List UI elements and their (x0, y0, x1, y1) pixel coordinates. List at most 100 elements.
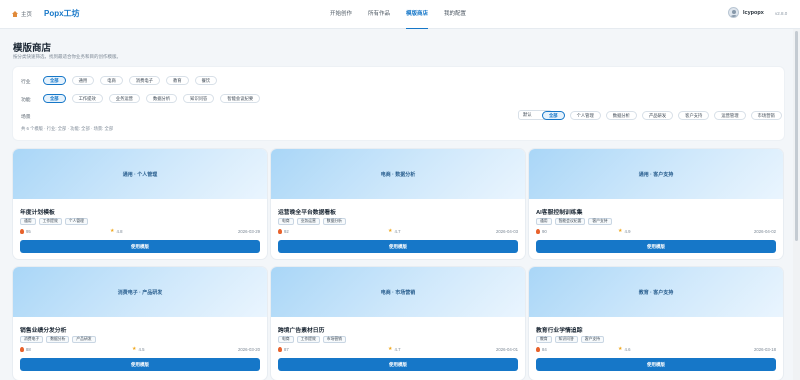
uses-count: 84 (542, 347, 547, 352)
card-tag: 电商 (278, 336, 294, 343)
flame-icon (536, 347, 540, 352)
industry-chip-ecommerce[interactable]: 电商 (100, 76, 123, 85)
card-banner: 电商 · 数据分析 (271, 149, 525, 199)
card-banner: 消费电子 · 产品研发 (13, 267, 267, 317)
industry-chip-catering[interactable]: 餐饮 (194, 76, 218, 85)
card-stats: 90 ★ 4.9 2026-04-02 (536, 229, 776, 235)
brand-logo[interactable]: Popx工坊 (44, 8, 80, 19)
version-label: v2.8.0 (775, 11, 788, 16)
user-menu[interactable]: lcypopx (728, 7, 764, 18)
scene-filter-label: 场景 (21, 115, 31, 120)
industry-chip-general[interactable]: 通用 (71, 76, 95, 85)
card-tags: 通用 智能会议纪要 客户支持 (536, 218, 612, 225)
card-date: 2026-03-20 (238, 347, 260, 352)
card-title: 销售业绩分发分析 (20, 328, 67, 334)
avatar (728, 7, 739, 18)
card-tag: 市场营销 (322, 336, 346, 343)
rating-stat: ★ 4.8 (110, 229, 123, 235)
use-template-button[interactable]: 使用模版 (278, 240, 518, 253)
card-tag: 智能会议纪要 (554, 218, 586, 225)
top-bar: 主页 Popx工坊 开始创作 所有作品 模版商店 我的配置 lcypopx v2… (0, 0, 800, 29)
card-title: 运营晚全平台数据看板 (278, 210, 336, 216)
industry-chip-education[interactable]: 教育 (165, 76, 189, 85)
nav-start-create[interactable]: 开始创作 (330, 0, 352, 29)
rating-value: 4.6 (624, 347, 631, 352)
flame-icon (20, 347, 24, 352)
function-chip-efficiency[interactable]: 工作提效 (71, 94, 103, 103)
nav-all-works[interactable]: 所有作品 (368, 0, 390, 29)
use-template-button[interactable]: 使用模版 (20, 240, 260, 253)
home-icon (12, 11, 18, 17)
function-filter-label: 功能 (21, 98, 31, 103)
industry-chips: 全部 通用 电商 消费电子 教育 餐饮 (43, 76, 218, 85)
template-card[interactable]: 消费电子 · 产品研发 销售业绩分发分析 消费电子 数据分析 产品研发 88 ★… (13, 267, 267, 380)
template-card[interactable]: 电商 · 数据分析 运营晚全平台数据看板 电商 业务运营 数据分析 92 ★ 4.… (271, 149, 525, 259)
star-icon: ★ (618, 346, 623, 352)
template-card[interactable]: 通用 · 个人管理 年度计划模板 通用 工作提效 个人管理 95 ★ 4.8 20… (13, 149, 267, 259)
card-title: 教育行业学情追踪 (536, 328, 583, 334)
uses-stat: 87 (278, 347, 289, 352)
scene-chip-operations[interactable]: 运营管理 (714, 111, 746, 120)
industry-chip-all[interactable]: 全部 (43, 76, 66, 85)
template-card[interactable]: 教育 · 客户支持 教育行业学情追踪 教育 知识问答 客户支持 84 ★ 4.6 … (529, 267, 783, 380)
star-icon: ★ (618, 228, 623, 234)
scene-chips: 全部 个人管理 数据分析 产品研发 客户支持 运营管理 市场营销 (542, 111, 782, 120)
uses-stat: 90 (536, 229, 547, 234)
scene-chip-data-analysis[interactable]: 数据分析 (605, 111, 637, 120)
card-stats: 84 ★ 4.6 2026-03-18 (536, 347, 776, 353)
card-banner: 通用 · 客户支持 (529, 149, 783, 199)
function-chip-data-analysis[interactable]: 数据分析 (145, 94, 178, 103)
use-template-button[interactable]: 使用模版 (20, 358, 260, 371)
template-card[interactable]: 电商 · 市场营销 跨境广告素材日历 电商 工作提效 市场营销 87 ★ 4.7 … (271, 267, 525, 380)
card-tag: 客户支持 (588, 218, 612, 225)
card-title: 跨境广告素材日历 (278, 328, 325, 334)
card-tag: 业务运营 (296, 218, 320, 225)
page-title: 模版商店 (13, 43, 52, 54)
page-subtitle: 按分类快速筛选，找到最适合你业务和目的创作模版。 (13, 54, 121, 59)
uses-count: 95 (26, 229, 31, 234)
card-date: 2026-04-03 (496, 229, 518, 234)
card-date: 2026-04-01 (496, 347, 518, 352)
card-banner: 通用 · 个人管理 (13, 149, 267, 199)
scene-chip-product-dev[interactable]: 产品研发 (641, 111, 674, 120)
card-date: 2026-04-02 (754, 229, 776, 234)
scrollbar-thumb[interactable] (795, 31, 798, 241)
scene-chip-all[interactable]: 全部 (542, 111, 565, 120)
card-tag: 教育 (536, 336, 552, 343)
filter-panel: 行业 全部 通用 电商 消费电子 教育 餐饮 功能 全部 工作提效 业务运营 数… (13, 67, 784, 140)
scene-chip-customer-support[interactable]: 客户支持 (678, 111, 710, 120)
scene-chip-marketing[interactable]: 市场营销 (750, 111, 782, 120)
card-tags: 电商 工作提效 市场营销 (278, 336, 346, 343)
page-scrollbar[interactable] (793, 29, 800, 380)
function-chip-all[interactable]: 全部 (43, 94, 66, 103)
rating-stat: ★ 4.7 (388, 346, 400, 353)
function-chip-meeting-notes[interactable]: 智能会议纪要 (220, 94, 261, 103)
template-card[interactable]: 通用 · 客户支持 AI客服控制训练集 通用 智能会议纪要 客户支持 90 ★ 4… (529, 149, 783, 259)
use-template-button[interactable]: 使用模版 (278, 358, 518, 371)
nav-template-store[interactable]: 模版商店 (406, 0, 429, 29)
card-tag: 数据分析 (322, 218, 346, 225)
scene-chip-personal-management[interactable]: 个人管理 (569, 111, 601, 120)
username: lcypopx (743, 9, 764, 16)
function-chip-operations[interactable]: 业务运营 (108, 94, 140, 103)
function-chip-knowledge-qa[interactable]: 知识问答 (183, 94, 215, 103)
uses-stat: 88 (20, 347, 31, 352)
rating-stat: ★ 4.7 (388, 229, 400, 235)
rating-value: 4.8 (116, 229, 123, 234)
card-tag: 消费电子 (20, 336, 44, 343)
uses-stat: 92 (278, 229, 289, 234)
card-date: 2026-03-29 (238, 229, 260, 234)
card-stats: 88 ★ 4.5 2026-03-20 (20, 347, 260, 353)
star-icon: ★ (388, 346, 393, 352)
flame-icon (278, 347, 282, 352)
home-link[interactable]: 主页 (12, 10, 32, 18)
industry-chip-consumer-electronics[interactable]: 消费电子 (128, 76, 160, 85)
main-nav: 开始创作 所有作品 模版商店 我的配置 (330, 0, 466, 29)
use-template-button[interactable]: 使用模版 (536, 358, 776, 371)
star-icon: ★ (132, 346, 137, 352)
card-tag: 个人管理 (64, 218, 88, 225)
card-tag: 工作提效 (38, 218, 62, 225)
use-template-button[interactable]: 使用模版 (536, 240, 776, 253)
nav-my-config[interactable]: 我的配置 (444, 0, 466, 29)
card-tag: 通用 (20, 218, 36, 225)
